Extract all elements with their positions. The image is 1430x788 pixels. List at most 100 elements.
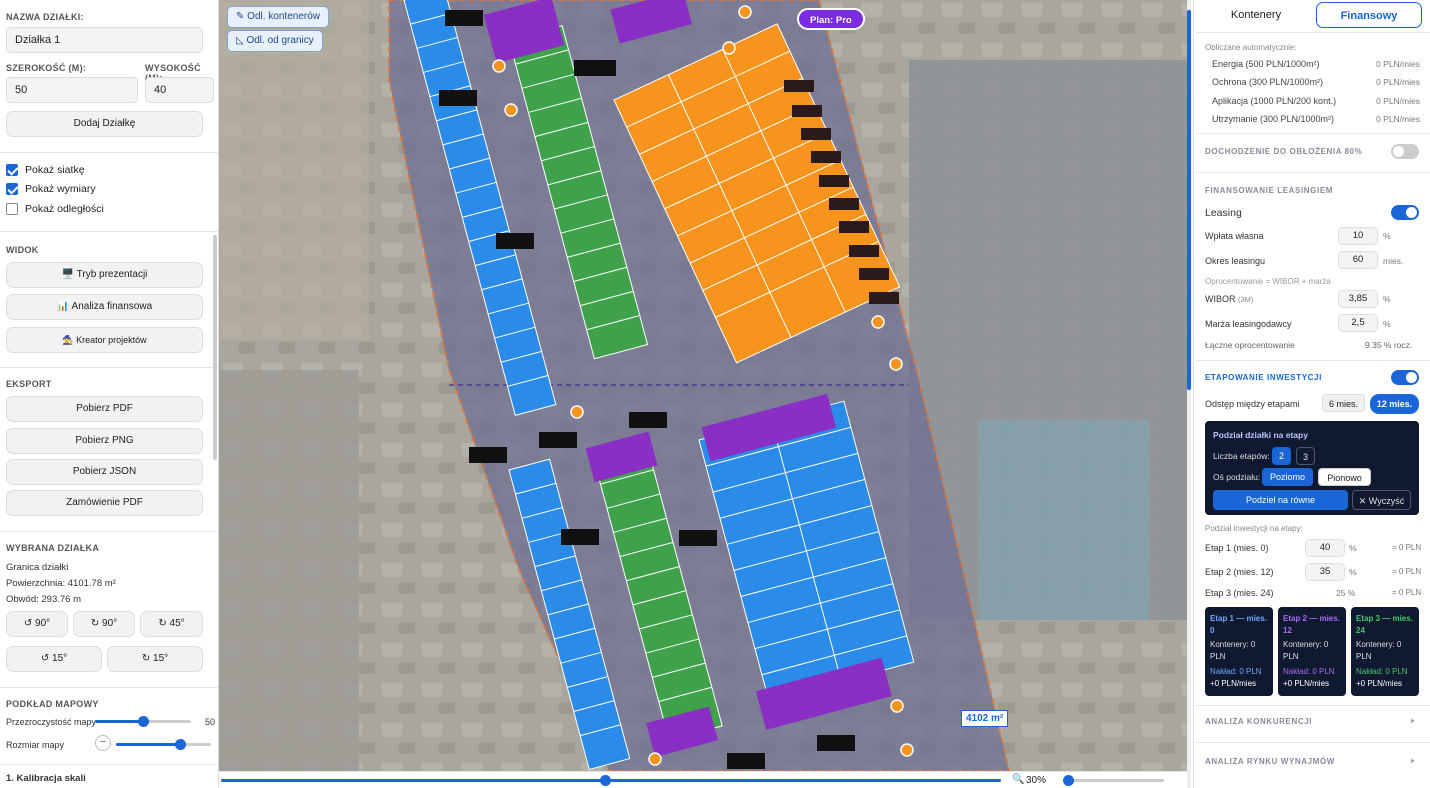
cost-row-security: Ochrona (300 PLN/1000m²) 0 PLN/mies [1212, 77, 1420, 87]
stage-card-pln: PLN [1283, 652, 1299, 661]
triangle-ruler-icon: ◺ [236, 35, 247, 46]
plan-badge[interactable]: Plan: Pro [797, 8, 865, 30]
show-dims-checkbox[interactable]: Pokaż wymiary [6, 183, 96, 195]
auto-calc-label: Obliczane automatycznie: [1205, 43, 1297, 52]
map-bottom-bar: 🔍 30% [219, 771, 1189, 788]
financial-analysis-button[interactable]: 📊 Analiza finansowa [6, 294, 203, 320]
left-sidebar: NAZWA DZIAŁKI: Działka 1 SZEROKOŚĆ (M): … [0, 0, 219, 788]
divider [1196, 705, 1430, 706]
presentation-mode-button[interactable]: 🖥️ Tryb prezentacji [6, 262, 203, 288]
stage-card-3: Etap 3 — mies. 24 Kontenery: 0 PLN Nakła… [1351, 607, 1419, 696]
map-canvas[interactable]: ✎ Odl. kontenerów ◺ Odl. od granicy Plan… [219, 0, 1189, 771]
gap-12-button[interactable]: 12 mies. [1370, 394, 1419, 414]
margin-input[interactable]: 2,5 [1338, 314, 1378, 332]
map-opacity-value: 50 [205, 717, 216, 727]
axis-label: Oś podziału: [1213, 472, 1261, 482]
site-plan-svg [219, 0, 1189, 771]
checkbox-checked-icon [6, 183, 18, 195]
zoom-out-icon[interactable]: − [95, 735, 111, 751]
stage-card-1: Etap 1 — mies. 0 Kontenery: 0 PLN Nakład… [1205, 607, 1273, 696]
cost-label: Energia (500 PLN/1000m²) [1212, 59, 1320, 69]
split-equal-button[interactable]: Podziel na równe [1213, 490, 1348, 510]
map-size-fill [116, 743, 180, 746]
staging-header: ETAPOWANIE INWESTYCJI [1205, 373, 1322, 382]
stage-1-unit: % [1349, 543, 1357, 553]
occupancy-toggle[interactable] [1391, 144, 1419, 159]
total-interest-value: 9.35 % rocz. [1365, 340, 1413, 350]
stage-count-3-button[interactable]: 3 [1296, 447, 1315, 465]
height-input[interactable]: 40 [145, 77, 214, 103]
stage-card-title: Etap 1 — mies. 0 [1210, 614, 1267, 635]
axis-vertical-button[interactable]: Pionowo [1318, 468, 1371, 486]
rotate-cw-15-button[interactable]: ↻ 15° [107, 646, 203, 672]
download-png-button[interactable]: Pobierz PNG [6, 428, 203, 454]
show-dims-label: Pokaż wymiary [25, 183, 96, 195]
stage-2-input[interactable]: 35 [1305, 563, 1345, 581]
zoom-value: 30% [1026, 775, 1047, 786]
margin-label: Marża leasingodawcy [1205, 319, 1292, 329]
stage-card-income: +0 PLN/mies [1356, 679, 1403, 688]
rotate-cw-45-button[interactable]: ↻ 45° [140, 611, 203, 637]
divider [1196, 32, 1430, 33]
down-payment-input[interactable]: 10 [1338, 227, 1378, 245]
border-distance-button[interactable]: ◺ Odl. od granicy [227, 30, 323, 52]
show-dist-label: Pokaż odległości [25, 203, 104, 215]
show-grid-checkbox[interactable]: Pokaż siatkę [6, 164, 85, 176]
stage-count-2-button[interactable]: 2 [1272, 447, 1291, 465]
container-distance-button[interactable]: ✎ Odl. kontenerów [227, 6, 329, 28]
stage-card-containers: Kontenery: 0 [1356, 640, 1402, 649]
horizontal-scroll-track[interactable] [221, 779, 1001, 782]
divider [1196, 172, 1430, 173]
area-label: 4102 m² [961, 710, 1009, 727]
competition-section[interactable]: ANALIZA KONKURENCJI [1205, 717, 1312, 726]
zoom-slider-handle[interactable] [1063, 775, 1074, 786]
right-panel-scrollbar[interactable] [1187, 0, 1191, 788]
chevron-right-icon[interactable]: ▸ [1411, 716, 1415, 725]
lease-period-input[interactable]: 60 [1338, 251, 1378, 269]
add-plot-button[interactable]: Dodaj Działkę [6, 111, 203, 137]
stage-1-input[interactable]: 40 [1305, 539, 1345, 557]
sidebar-scrollbar[interactable] [213, 235, 217, 460]
order-pdf-button[interactable]: Zamówienie PDF [6, 490, 203, 516]
calibration-step: 1. Kalibracja skali [6, 773, 86, 784]
axis-horizontal-button[interactable]: Poziomo [1262, 468, 1313, 486]
show-dist-checkbox[interactable]: Pokaż odległości [6, 203, 104, 215]
project-wizard-button[interactable]: 🧙 Kreator projektów [6, 327, 203, 353]
cost-label: Utrzymanie (300 PLN/1000m²) [1212, 114, 1335, 124]
download-pdf-button[interactable]: Pobierz PDF [6, 396, 203, 422]
chevron-right-icon[interactable]: ▸ [1411, 756, 1415, 765]
cost-row-energy: Energia (500 PLN/1000m²) 0 PLN/mies [1212, 59, 1420, 69]
stage-2-result: = 0 PLN [1392, 567, 1422, 576]
stage-card-cost: Nakład: 0 PLN [1210, 667, 1262, 676]
wibor-input[interactable]: 3,85 [1338, 290, 1378, 308]
stage-card-cost: Nakład: 0 PLN [1356, 667, 1408, 676]
horizontal-scroll-handle[interactable] [600, 775, 611, 786]
cost-label: Aplikacja (1000 PLN/200 kont.) [1212, 96, 1337, 106]
staging-toggle[interactable] [1391, 370, 1419, 385]
aerial-pool [979, 420, 1149, 620]
rotate-ccw-90-button[interactable]: ↺ 90° [6, 611, 68, 637]
leasing-toggle[interactable] [1391, 205, 1419, 220]
wibor-unit: % [1383, 294, 1391, 304]
cost-label: Ochrona (300 PLN/1000m²) [1212, 77, 1324, 87]
map-opacity-slider-handle[interactable] [138, 716, 149, 727]
tab-financial[interactable]: Finansowy [1316, 2, 1422, 28]
map-size-slider-handle[interactable] [175, 739, 186, 750]
width-input[interactable]: 50 [6, 77, 138, 103]
border-distance-label: Odl. od granicy [246, 35, 314, 46]
tab-containers[interactable]: Kontenery [1204, 2, 1308, 28]
basemap-header: PODKŁAD MAPOWY [6, 699, 99, 709]
rental-market-section[interactable]: ANALIZA RYNKU WYNAJMÓW [1205, 757, 1335, 766]
rotate-ccw-15-button[interactable]: ↺ 15° [6, 646, 102, 672]
plot-boundary-text: Granica działki [6, 562, 69, 573]
map-opacity-label: Przezroczystość mapy [6, 717, 97, 727]
plot-name-input[interactable]: Działka 1 [6, 27, 203, 53]
divider [0, 764, 218, 765]
clear-button[interactable]: ✕ Wyczyść [1352, 490, 1411, 510]
rotate-cw-90-button[interactable]: ↻ 90° [73, 611, 135, 637]
wibor-text: WIBOR [1205, 294, 1236, 304]
scrollbar-thumb[interactable] [1187, 10, 1191, 390]
gap-6-button[interactable]: 6 mies. [1322, 394, 1365, 412]
download-json-button[interactable]: Pobierz JSON [6, 459, 203, 485]
plot-area-text: Powierzchnia: 4101.78 m² [6, 578, 116, 589]
